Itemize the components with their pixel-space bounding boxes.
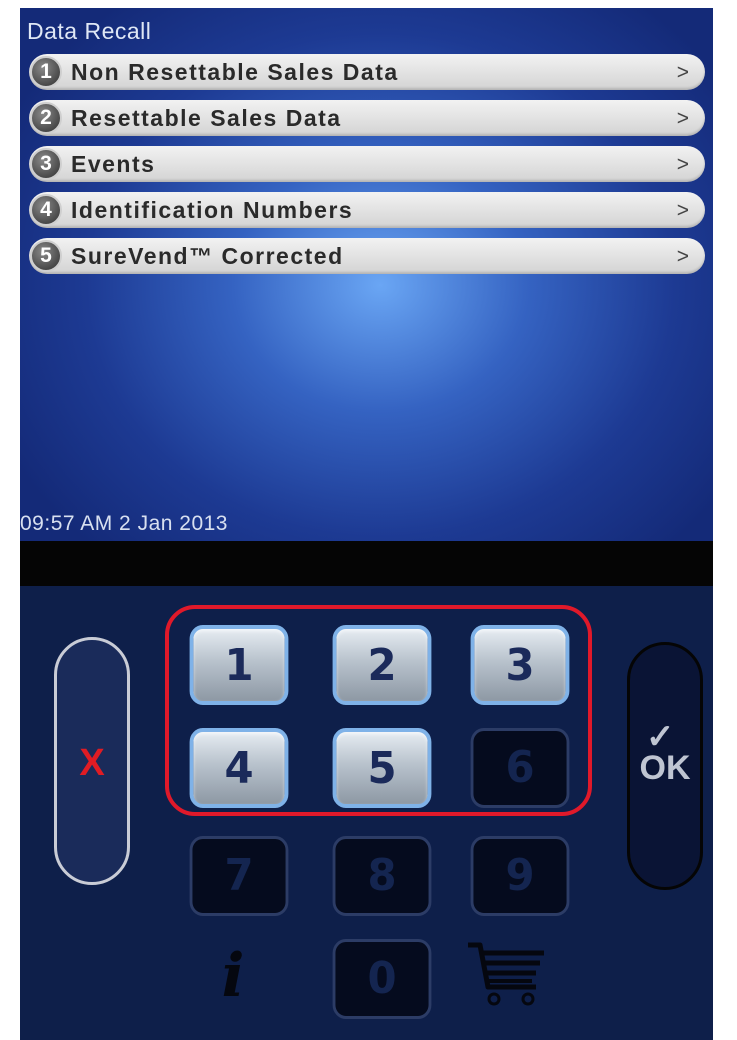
menu-item-label: SureVend™ Corrected [71,243,344,269]
cancel-button[interactable]: X [54,637,130,885]
key-6[interactable]: 6 [470,728,570,808]
chevron-right-icon: > [676,199,689,222]
menu-item-label: Non Resettable Sales Data [71,59,399,85]
screen-bezel [20,541,713,586]
menu-item-surevend-corrected[interactable]: 5 SureVend™ Corrected > [29,238,705,274]
menu-item-label: Events [71,151,156,177]
device: Data Recall 1 Non Resettable Sales Data … [20,8,713,1040]
key-0[interactable]: 0 [332,939,432,1019]
datetime-display: 09:57 AM 2 Jan 2013 [20,512,228,535]
key-4[interactable]: 4 [189,728,289,808]
chevron-right-icon: > [676,107,689,130]
display-screen: Data Recall 1 Non Resettable Sales Data … [20,8,713,541]
menu-item-label: Identification Numbers [71,197,354,223]
menu-number-badge: 5 [30,240,62,272]
keypad-panel: X 1 2 3 4 5 6 7 8 9 0 ✓ OK i [20,586,713,1040]
key-1[interactable]: 1 [189,625,289,705]
key-2[interactable]: 2 [332,625,432,705]
chevron-right-icon: > [676,245,689,268]
key-8[interactable]: 8 [332,836,432,916]
data-recall-menu: 1 Non Resettable Sales Data > 2 Resettab… [29,54,705,284]
key-9[interactable]: 9 [470,836,570,916]
chevron-right-icon: > [676,61,689,84]
menu-item-label: Resettable Sales Data [71,105,342,131]
screen-title: Data Recall [27,18,152,44]
key-5[interactable]: 5 [332,728,432,808]
menu-number-badge: 3 [30,148,62,180]
ok-label: OK [639,749,691,787]
key-3[interactable]: 3 [470,625,570,705]
info-icon[interactable]: i [208,941,258,1011]
key-7[interactable]: 7 [189,836,289,916]
menu-item-non-resettable-sales-data[interactable]: 1 Non Resettable Sales Data > [29,54,705,90]
chevron-right-icon: > [676,153,689,176]
cart-icon-graphic [468,942,544,1006]
menu-item-events[interactable]: 3 Events > [29,146,705,182]
menu-number-badge: 1 [30,56,62,88]
menu-number-badge: 2 [30,102,62,134]
cancel-x-icon: X [79,742,105,784]
cart-icon[interactable] [466,941,546,1011]
menu-number-badge: 4 [30,194,62,226]
ok-button[interactable]: ✓ OK [627,642,703,890]
menu-item-identification-numbers[interactable]: 4 Identification Numbers > [29,192,705,228]
menu-item-resettable-sales-data[interactable]: 2 Resettable Sales Data > [29,100,705,136]
